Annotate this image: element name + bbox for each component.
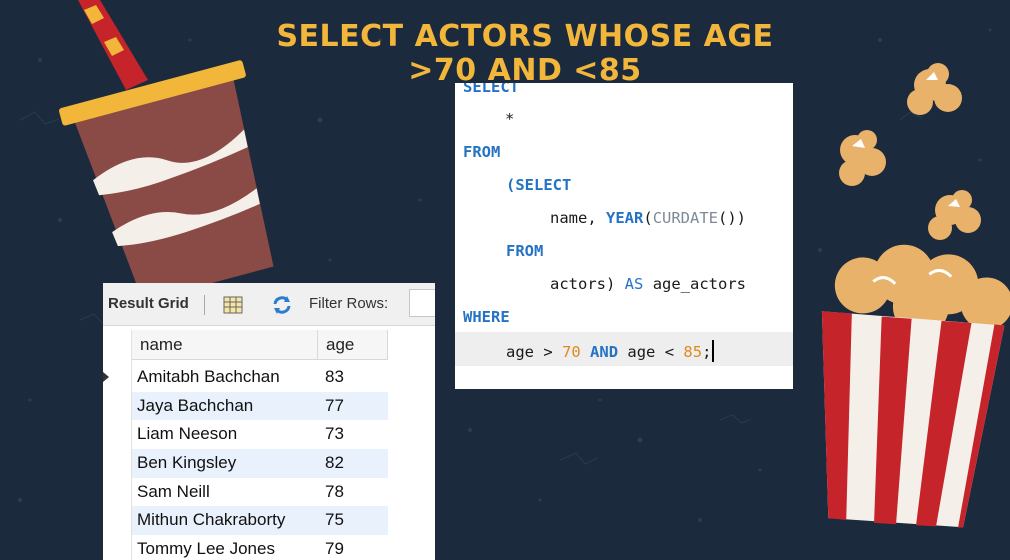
sql-line-6: FROM [506,242,544,260]
sql-editor-panel[interactable]: SELECT * FROM (SELECT name, YEAR(CURDATE… [455,83,793,389]
cell-age[interactable]: 82 [318,449,388,478]
row-gutter[interactable] [103,449,131,478]
sql-line-1: SELECT [463,83,519,96]
popcorn-kernel-3 [928,190,981,240]
table-row[interactable]: Amitabh Bachchan 83 [103,363,435,392]
cell-name[interactable]: Ben Kingsley [132,449,318,478]
result-grid-toolbar: Result Grid Filter Rows: [103,283,435,326]
page-title: SELECT ACTORS WHOSE AGE >70 AND <85 [200,20,850,88]
filter-rows-input[interactable] [409,289,435,317]
table-row[interactable]: Liam Neeson 73 [103,420,435,449]
sql-line-3: FROM [463,143,501,161]
popcorn-kernel-2 [839,130,886,186]
sql-line-2: * [505,110,515,128]
result-grid-panel: Result Grid Filter Rows: name age Amitab… [103,283,435,560]
cell-age[interactable]: 75 [318,506,388,536]
grid-layout-icon[interactable] [223,295,243,320]
sql-line-8: WHERE [463,308,510,326]
cell-age[interactable]: 77 [318,391,388,421]
cell-name[interactable]: Jaya Bachchan [132,391,318,421]
row-gutter[interactable] [103,392,131,421]
sql-line-7: actors) AS age_actors [550,275,747,293]
row-gutter[interactable] [103,420,131,449]
popcorn-illustration [821,63,1010,528]
table-row[interactable]: Tommy Lee Jones 79 [103,535,435,560]
result-grid-label[interactable]: Result Grid [108,295,189,312]
cell-age[interactable]: 73 [318,420,388,449]
cell-name[interactable]: Liam Neeson [132,420,318,449]
table-row[interactable]: Ben Kingsley 82 [103,449,435,478]
straw [78,0,148,90]
popcorn-kernel-1 [907,63,962,115]
table-row[interactable]: Sam Neill 78 [103,478,435,507]
sql-line-4: (SELECT [506,176,572,194]
sql-line-5: name, YEAR(CURDATE()) [550,209,747,227]
row-gutter[interactable] [103,506,131,535]
result-rows: Amitabh Bachchan 83 Jaya Bachchan 77 Lia… [103,363,435,560]
row-gutter[interactable] [103,535,131,560]
cell-age[interactable]: 79 [318,535,388,560]
title-line-1: SELECT ACTORS WHOSE AGE [276,19,774,54]
cell-name[interactable]: Tommy Lee Jones [132,535,318,560]
cell-age[interactable]: 78 [318,478,388,507]
current-row-marker-icon [103,372,109,382]
toolbar-separator [204,295,205,315]
cell-name[interactable]: Mithun Chakraborty [132,506,318,536]
sql-line-9: age > 70 AND age < 85; [506,340,715,362]
cup [59,60,274,300]
cell-name[interactable]: Amitabh Bachchan [132,363,318,392]
row-gutter[interactable] [103,363,131,392]
column-header-age[interactable]: age [318,330,388,360]
table-row[interactable]: Jaya Bachchan 77 [103,391,435,421]
popcorn-bucket [821,244,1010,528]
column-header-name[interactable]: name [132,330,318,360]
refresh-icon[interactable] [271,295,293,320]
row-gutter[interactable] [103,478,131,507]
cell-name[interactable]: Sam Neill [132,478,318,507]
filter-rows-label: Filter Rows: [309,295,389,312]
cell-age[interactable]: 83 [318,363,388,392]
text-cursor [712,340,715,362]
table-row[interactable]: Mithun Chakraborty 75 [103,506,435,536]
